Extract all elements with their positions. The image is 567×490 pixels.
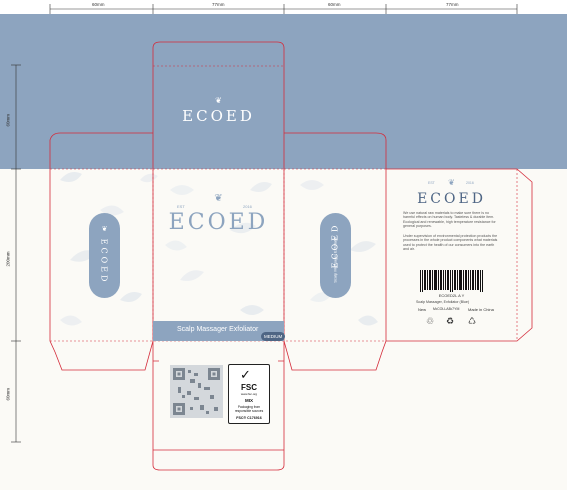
- dim-label-left-1: 60mm: [5, 113, 11, 127]
- product-description: Scalp Massager, Exfoliator (Blue): [416, 300, 470, 304]
- fsc-line2: responsible sources: [234, 409, 264, 413]
- barcode-number: ECOED2L A Y: [438, 293, 465, 298]
- packaging-dieline: 60mm 77mm 60mm 77mm 60mm 200mm 60mm ❦ EC…: [0, 0, 567, 490]
- front-est-right: 2016: [243, 204, 252, 209]
- back-est-left: EST: [428, 181, 435, 185]
- dim-label-top-3: 60mm: [328, 2, 341, 7]
- dim-label-top-1: 60mm: [92, 2, 105, 7]
- back-brand-name: ECOED: [417, 191, 486, 207]
- front-est-left: EST: [177, 204, 185, 209]
- fsc-tree-icon: ✓: [240, 367, 251, 382]
- fsc-mix: MIX: [244, 398, 253, 403]
- qr-code: [170, 365, 223, 418]
- fsc-website: www.fsc.org: [240, 392, 258, 396]
- front-leaf-icon: ❦: [214, 193, 223, 204]
- dim-label-left-3: 60mm: [5, 387, 11, 401]
- product-name: Scalp Massager Exfoliator: [177, 326, 259, 333]
- recycle-bin-icon: ♻: [446, 316, 455, 326]
- left-dimension-lines: [11, 64, 21, 443]
- dim-label-top-2: 77mm: [212, 2, 225, 7]
- front-logo: ❦ EST 2016 ECOED: [153, 193, 284, 235]
- back-leaf-icon: ❦: [448, 178, 455, 187]
- size-badge: MEDIUM: [261, 332, 286, 341]
- product-band: Scalp Massager Exfoliator MEDIUM: [153, 321, 286, 341]
- lid-logo: ❦ ECOED: [153, 96, 284, 125]
- made-in-label: Made in China: [468, 307, 494, 312]
- trash-icon: ♲: [426, 316, 435, 326]
- back-est-right: 2016: [466, 181, 474, 185]
- front-brand-name: ECOED: [168, 210, 269, 235]
- lid-leaf-icon: ❦: [215, 96, 222, 105]
- right-side-pill: ECOED Scalp Massager Exfoliator: [320, 213, 351, 298]
- barcode: [420, 270, 483, 292]
- label-model: M•COLLAB•7YM: [433, 307, 460, 311]
- back-paragraph-2: Under supervision of environmental prote…: [403, 234, 498, 252]
- recycle-icon: ♺: [468, 316, 477, 326]
- back-panel: ❦ EST 2016 ECOED We use natural raw mate…: [386, 169, 517, 341]
- back-paragraph-1: We use natural raw materials to make sur…: [403, 211, 496, 229]
- dim-label-left-2: 200mm: [5, 251, 11, 267]
- left-pill-brand: ECOED: [99, 238, 109, 285]
- lid-brand-name: ECOED: [182, 107, 255, 125]
- dim-label-top-4: 77mm: [446, 2, 459, 7]
- label-new: New: [418, 307, 427, 312]
- fsc-code: FSC® C176916: [236, 416, 262, 420]
- left-side-pill: ❦ ECOED: [89, 213, 120, 298]
- fsc-title: FSC: [241, 383, 257, 392]
- right-pill-product: Scalp Massager Exfoliator: [332, 236, 338, 283]
- fsc-label: ✓ FSC www.fsc.org MIX Packaging from res…: [228, 364, 270, 424]
